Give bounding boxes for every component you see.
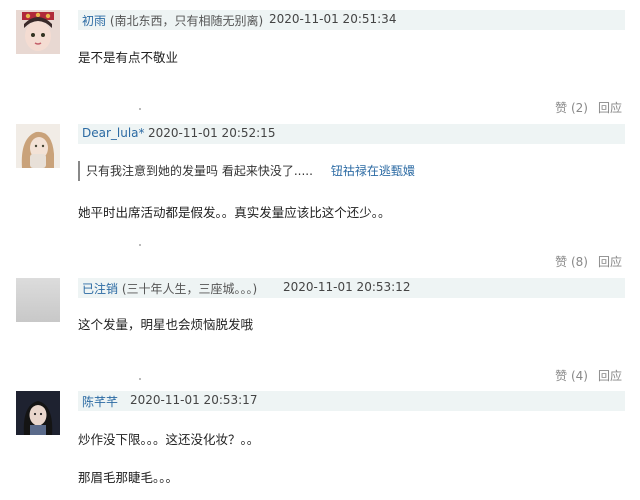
like-button[interactable]: 赞 (8) [555,255,588,269]
comment-item: 陈芊芊 2020-11-01 20:53:17 炒作没下限。。。这还没化妆？。。… [0,383,640,500]
user-signature: (南北东西，只有相随无别离) [109,14,264,28]
comment-time: 2020-11-01 20:53:12 [283,280,411,294]
comment-text: 是不是有点不敬业 [78,50,179,65]
username-link[interactable]: 已注销 (三十年人生，三座城。。。) [82,280,257,297]
comment-time: 2020-11-01 20:52:15 [148,126,276,140]
divider-dot [139,378,141,380]
divider-dot [139,108,141,110]
comment-text: 炒作没下限。。。这还没化妆？。。 [78,432,260,447]
comment-actions: 赞 (8) 回应 [555,253,622,270]
username-link[interactable]: 陈芊芊 [82,393,118,410]
like-button[interactable]: 赞 (4) [555,369,588,383]
like-button[interactable]: 赞 (2) [555,101,588,115]
avatar[interactable] [16,124,60,168]
reply-button[interactable]: 回应 [598,369,622,383]
comment-item: 初雨 (南北东西，只有相随无别离) 2020-11-01 20:51:34 是不… [0,0,640,118]
user-signature: (三十年人生，三座城。。。) [121,282,258,296]
quote-source-link[interactable]: 钮祜禄在逃甄嬛 [331,164,415,178]
comment-time: 2020-11-01 20:53:17 [130,393,258,407]
avatar[interactable] [16,10,60,54]
comment-text: 这个发量，明星也会烦恼脱发哦 [78,317,254,332]
comment-text: 那眉毛那睫毛。。。 [78,470,179,485]
comment-actions: 赞 (4) 回应 [555,367,622,384]
comment-header: 陈芊芊 2020-11-01 20:53:17 [78,391,625,411]
comment-item: Dear_lula* 2020-11-01 20:52:15 只有我注意到她的发… [0,118,640,270]
comment-header: 已注销 (三十年人生，三座城。。。) 2020-11-01 20:53:12 [78,278,625,298]
avatar[interactable] [16,391,60,435]
reply-button[interactable]: 回应 [598,101,622,115]
comment-header: Dear_lula* 2020-11-01 20:52:15 [78,124,625,144]
comment-text: 她平时出席活动都是假发。。真实发量应该比这个还少。。 [78,205,391,220]
quoted-comment: 只有我注意到她的发量吗 看起来快没了..... 钮祜禄在逃甄嬛 [78,161,415,181]
username-link[interactable]: Dear_lula* [82,126,145,140]
reply-button[interactable]: 回应 [598,255,622,269]
quote-text: 只有我注意到她的发量吗 看起来快没了..... [86,164,313,178]
divider-dot [139,244,141,246]
avatar[interactable] [16,278,60,322]
comment-time: 2020-11-01 20:51:34 [269,12,397,26]
comment-item: 已注销 (三十年人生，三座城。。。) 2020-11-01 20:53:12 这… [0,270,640,383]
comment-header: 初雨 (南北东西，只有相随无别离) 2020-11-01 20:51:34 [78,10,625,30]
username-link[interactable]: 初雨 (南北东西，只有相随无别离) [82,12,263,29]
comment-actions: 赞 (2) 回应 [555,99,622,116]
